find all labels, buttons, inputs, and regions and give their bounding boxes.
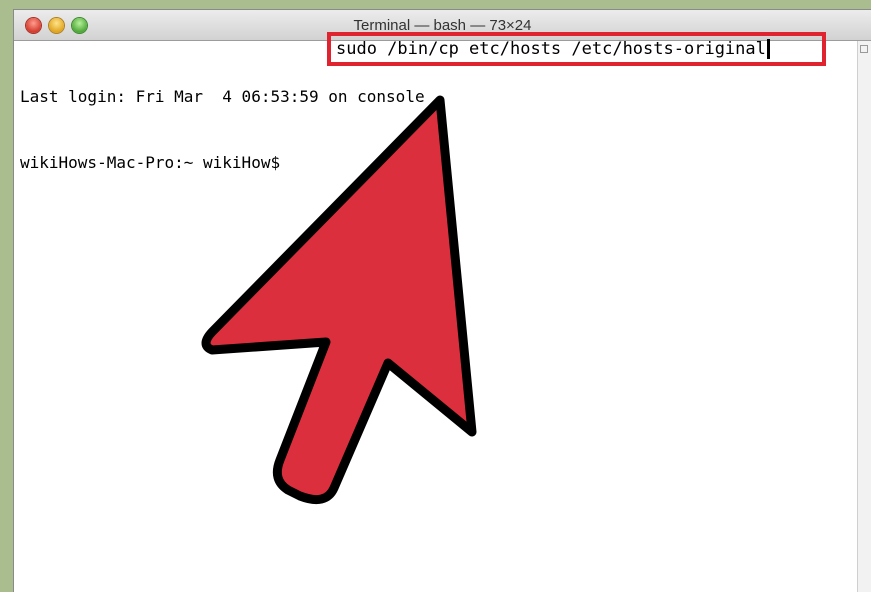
arrow-pointer-icon bbox=[201, 95, 477, 505]
arrow-shape bbox=[201, 95, 477, 505]
